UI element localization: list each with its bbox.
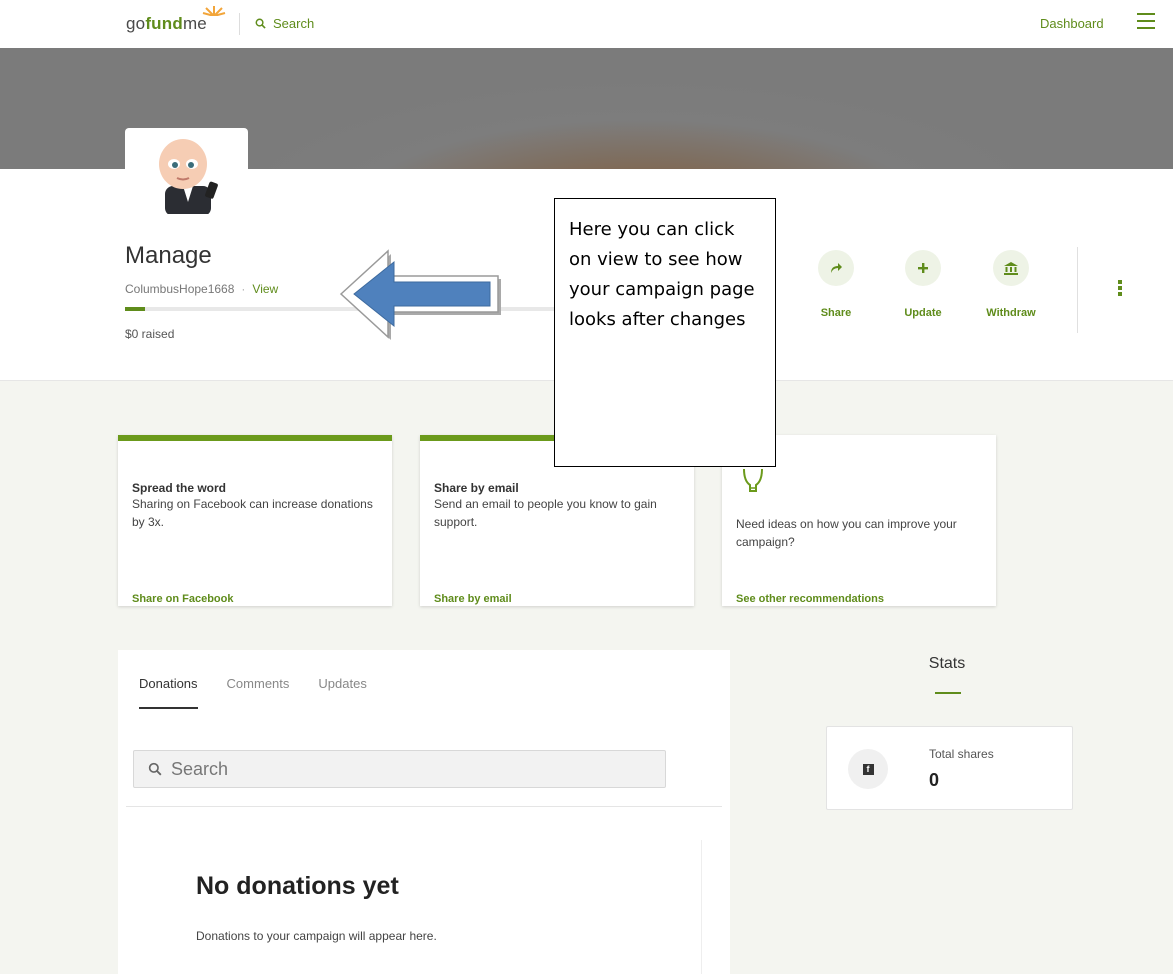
nav-divider xyxy=(239,13,240,35)
card-body: Send an email to people you know to gain… xyxy=(434,497,657,529)
divider xyxy=(126,806,722,807)
search-placeholder: Search xyxy=(171,758,229,779)
total-shares-value: 0 xyxy=(929,770,940,790)
amount-raised: $0 raised xyxy=(125,327,175,341)
logo-text-me: me xyxy=(182,14,207,33)
stats-title: Stats xyxy=(928,655,966,672)
tab-updates[interactable]: Updates xyxy=(318,676,366,709)
annotation-callout: Here you can click on view to see how yo… xyxy=(554,198,776,467)
baby-avatar-icon xyxy=(159,139,218,214)
actions-divider xyxy=(1077,247,1078,333)
total-shares-card: f Total shares 0 xyxy=(826,726,1073,810)
top-nav: gofundme Search Dashboard xyxy=(0,0,1173,48)
recommendation-card-facebook: Spread the word Sharing on Facebook can … xyxy=(118,435,392,606)
facebook-icon: f xyxy=(848,749,888,789)
share-action-label: Share xyxy=(820,307,852,319)
update-action-button[interactable]: Update xyxy=(888,250,958,319)
search-icon xyxy=(255,18,266,29)
plus-icon xyxy=(905,250,941,286)
activity-tabs: Donations Comments Updates xyxy=(139,676,367,709)
share-action-button[interactable]: Share xyxy=(801,250,871,319)
hamburger-menu-icon[interactable] xyxy=(1137,13,1155,29)
campaign-avatar xyxy=(125,128,248,214)
empty-state-title: No donations yet xyxy=(196,872,399,900)
card-body: Need ideas on how you can improve your c… xyxy=(736,517,957,549)
update-action-label: Update xyxy=(904,307,942,319)
logo-text-fund: fund xyxy=(145,14,183,33)
page-title: Manage xyxy=(125,242,212,269)
withdraw-action-label: Withdraw xyxy=(986,307,1036,319)
card-title: Spread the word xyxy=(132,481,227,495)
card-body: Sharing on Facebook can increase donatio… xyxy=(132,497,373,529)
donations-search-input[interactable]: Search xyxy=(133,750,666,788)
campaign-subline: ColumbusHope1668 · View xyxy=(125,282,278,296)
progress-fill xyxy=(125,307,145,311)
annotation-arrow-icon xyxy=(339,249,501,340)
withdraw-action-button[interactable]: Withdraw xyxy=(976,250,1046,319)
nav-search-link[interactable]: Search xyxy=(255,16,314,31)
card-title: Share by email xyxy=(434,481,519,495)
total-shares-label: Total shares xyxy=(929,747,994,761)
view-campaign-link[interactable]: View xyxy=(252,282,278,296)
tab-comments[interactable]: Comments xyxy=(227,676,290,709)
share-on-facebook-link[interactable]: Share on Facebook xyxy=(132,593,233,605)
lightbulb-icon xyxy=(743,468,763,492)
empty-state-card: No donations yet Donations to your campa… xyxy=(142,840,702,974)
logo-burst-icon xyxy=(202,6,226,16)
share-by-email-link[interactable]: Share by email xyxy=(434,593,512,605)
campaign-username: ColumbusHope1668 xyxy=(125,282,235,296)
stats-underline xyxy=(935,692,961,694)
donations-panel: Donations Comments Updates Search No don… xyxy=(118,650,730,974)
see-recommendations-link[interactable]: See other recommendations xyxy=(736,593,884,605)
separator-dot: · xyxy=(241,282,246,296)
dashboard-link[interactable]: Dashboard xyxy=(1040,16,1104,31)
nav-search-label: Search xyxy=(273,16,315,31)
empty-state-subtitle: Donations to your campaign will appear h… xyxy=(196,929,437,943)
search-icon xyxy=(148,762,162,776)
tab-donations[interactable]: Donations xyxy=(139,676,198,709)
bank-icon xyxy=(993,250,1029,286)
more-options-icon[interactable] xyxy=(1118,280,1122,298)
share-arrow-icon xyxy=(818,250,854,286)
logo-text-go: go xyxy=(126,14,146,33)
gofundme-logo[interactable]: gofundme xyxy=(126,14,207,34)
